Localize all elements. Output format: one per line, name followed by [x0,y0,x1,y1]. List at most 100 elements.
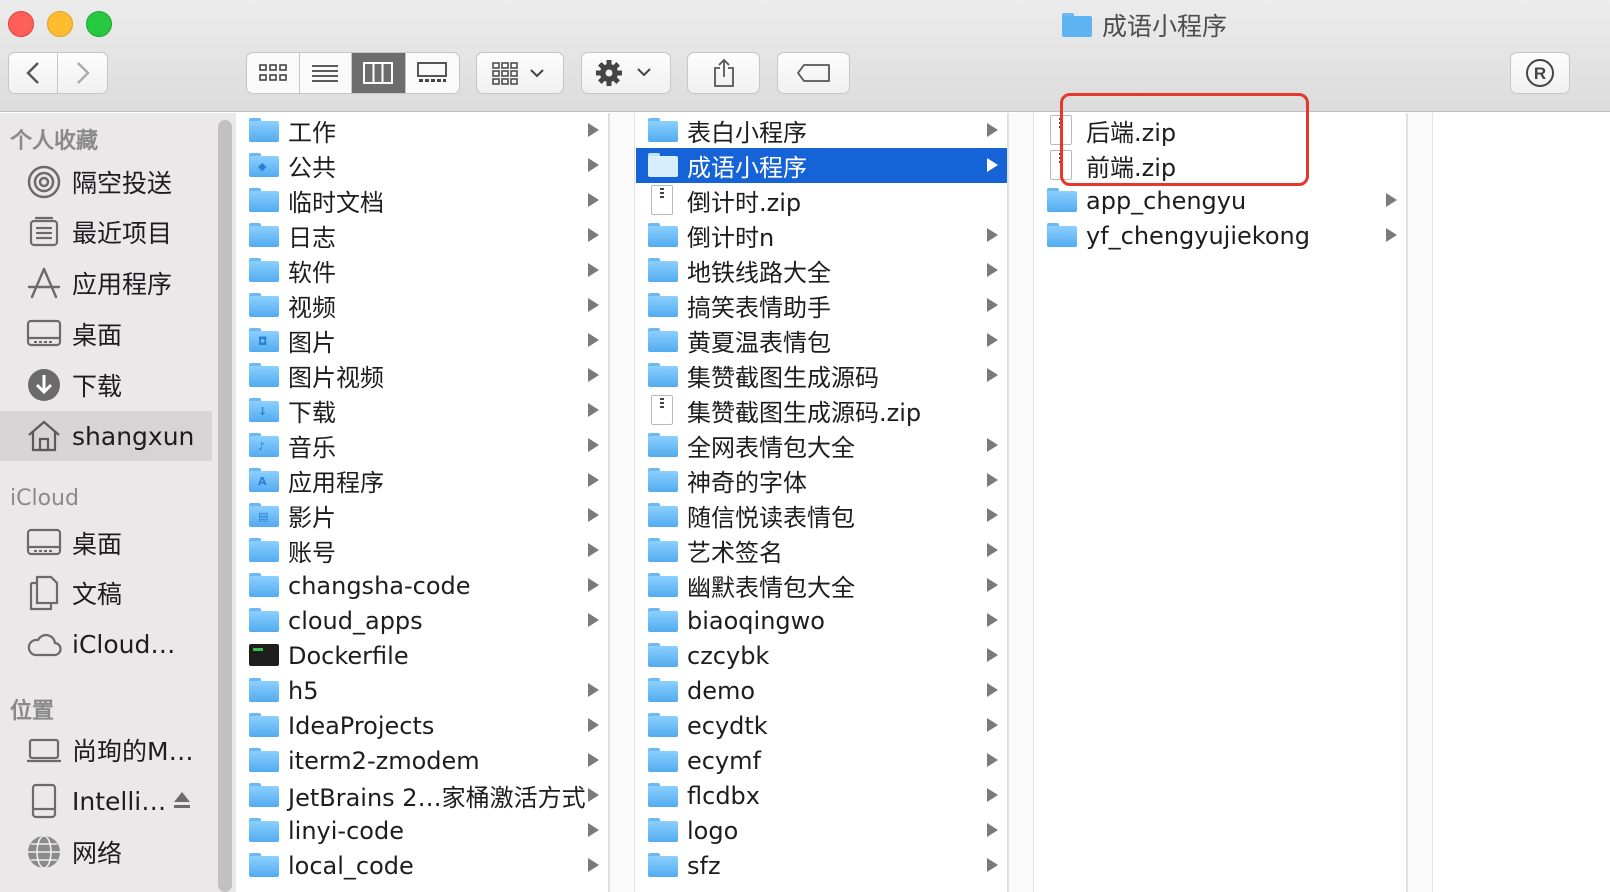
folder-icon [648,573,678,597]
folder-row[interactable]: 表白小程序 [636,113,1007,148]
sidebar-item-downloads[interactable]: 下载 [0,360,212,410]
item-name: h5 [288,676,319,705]
folder-row[interactable]: 神奇的字体 [636,463,1007,498]
extension-button[interactable]: R [1510,52,1570,94]
folder-row[interactable]: demo [636,673,1007,708]
close-window-button[interactable] [8,11,34,37]
disclosure-arrow-icon [987,368,998,382]
folder-icon [648,783,678,807]
desktop-icon [26,316,62,352]
minimize-window-button[interactable] [47,11,73,37]
action-button[interactable] [581,52,671,94]
gallery-view-button[interactable] [406,53,459,93]
folder-row[interactable]: ↓ 下载 [237,393,608,428]
file-row[interactable]: 倒计时.zip [636,183,1007,218]
folder-row[interactable]: 搞笑表情助手 [636,288,1007,323]
list-view-button[interactable] [300,53,352,93]
folder-row[interactable]: 账号 [237,533,608,568]
sidebar-item-label: 网络 [72,839,123,868]
folder-row[interactable]: local_code [237,848,608,883]
folder-icon [648,748,678,772]
folder-row[interactable]: h5 [237,673,608,708]
folder-row[interactable]: czcybk [636,638,1007,673]
folder-row[interactable]: app_chengyu [1035,183,1406,218]
column-scrollbar[interactable] [1407,113,1433,892]
sidebar-item-applications[interactable]: 应用程序 [0,258,212,308]
icon-view-button[interactable] [247,53,300,93]
disclosure-arrow-icon [588,123,599,137]
folder-row[interactable]: 集赞截图生成源码 [636,358,1007,393]
disclosure-arrow-icon [588,403,599,417]
folder-icon [648,608,678,632]
folder-row[interactable]: JetBrains 2…家桶激活方式 [237,778,608,813]
gear-icon [596,60,651,86]
folder-row[interactable]: 幽默表情包大全 [636,568,1007,603]
folder-row[interactable]: A 应用程序 [237,463,608,498]
sidebar-item-network[interactable]: 网络 [0,827,212,877]
disclosure-arrow-icon [588,613,599,627]
sidebar-item-desktop[interactable]: 桌面 [0,309,212,359]
folder-row[interactable]: changsha-code [237,568,608,603]
sidebar-item-icloud-drive[interactable]: iCloud… [0,619,212,669]
folder-row[interactable]: 黄夏温表情包 [636,323,1007,358]
folder-row[interactable]: 全网表情包大全 [636,428,1007,463]
eject-icon[interactable] [172,790,192,810]
sidebar-scrollbar[interactable] [218,120,232,892]
folder-row[interactable]: 视频 [237,288,608,323]
folder-row[interactable]: iterm2-zmodem [237,743,608,778]
sidebar-item-recents[interactable]: 最近项目 [0,207,212,257]
folder-row[interactable]: biaoqingwo [636,603,1007,638]
folder-row[interactable]: linyi-code [237,813,608,848]
back-button[interactable] [9,53,59,93]
item-name: 集赞截图生成源码.zip [687,399,922,427]
folder-body [648,226,678,247]
folder-row[interactable]: 地铁线路大全 [636,253,1007,288]
folder-row[interactable]: IdeaProjects [237,708,608,743]
folder-row[interactable]: yf_chengyujiekong [1035,218,1406,253]
folder-icon [249,538,279,562]
forward-button[interactable] [58,53,107,93]
item-name: linyi-code [288,816,404,845]
folder-icon [648,643,678,667]
sidebar-item-icloud-desktop[interactable]: 桌面 [0,518,212,568]
sidebar-item-intelli-disk[interactable]: Intelli… [0,776,212,826]
folder-glyph: ◘ [258,335,268,348]
share-button[interactable] [687,52,760,94]
zoom-window-button[interactable] [86,11,112,37]
folder-row[interactable]: ecymf [636,743,1007,778]
folder-row[interactable]: logo [636,813,1007,848]
column-scrollbar[interactable] [609,113,635,892]
group-by-button[interactable] [476,52,564,94]
sidebar-item-home[interactable]: shangxun [0,411,212,461]
folder-row[interactable]: ◆ 公共 [237,148,608,183]
column-view-button[interactable] [352,53,406,93]
folder-row[interactable]: 日志 [237,218,608,253]
folder-row[interactable]: 工作 [237,113,608,148]
item-name: IdeaProjects [288,711,435,740]
item-name: 倒计时.zip [687,189,802,217]
folder-row[interactable]: ecydtk [636,708,1007,743]
folder-row[interactable]: 倒计时n [636,218,1007,253]
folder-row[interactable]: ◘ 图片 [237,323,608,358]
folder-row[interactable]: 软件 [237,253,608,288]
folder-body [648,296,678,317]
folder-row[interactable]: 图片视频 [237,358,608,393]
sidebar-item-airdrop[interactable]: 隔空投送 [0,157,212,207]
file-row[interactable]: Dockerfile [237,638,608,673]
column-scrollbar[interactable] [1008,113,1034,892]
folder-row[interactable]: cloud_apps [237,603,608,638]
folder-row[interactable]: ♪ 音乐 [237,428,608,463]
sidebar-item-label: 最近项目 [72,219,173,248]
folder-row[interactable]: ▤ 影片 [237,498,608,533]
folder-row[interactable]: 临时文档 [237,183,608,218]
tag-button[interactable] [777,52,850,94]
folder-row[interactable]: flcdbx [636,778,1007,813]
folder-row[interactable]: 艺术签名 [636,533,1007,568]
folder-row[interactable]: 随信悦读表情包 [636,498,1007,533]
sidebar-item-documents[interactable]: 文稿 [0,568,212,618]
folder-row[interactable]: 成语小程序 [636,148,1007,183]
file-row[interactable]: 集赞截图生成源码.zip [636,393,1007,428]
applications-icon [26,265,62,301]
sidebar-item-mac[interactable]: 尚珣的M… [0,725,212,775]
folder-row[interactable]: sfz [636,848,1007,883]
